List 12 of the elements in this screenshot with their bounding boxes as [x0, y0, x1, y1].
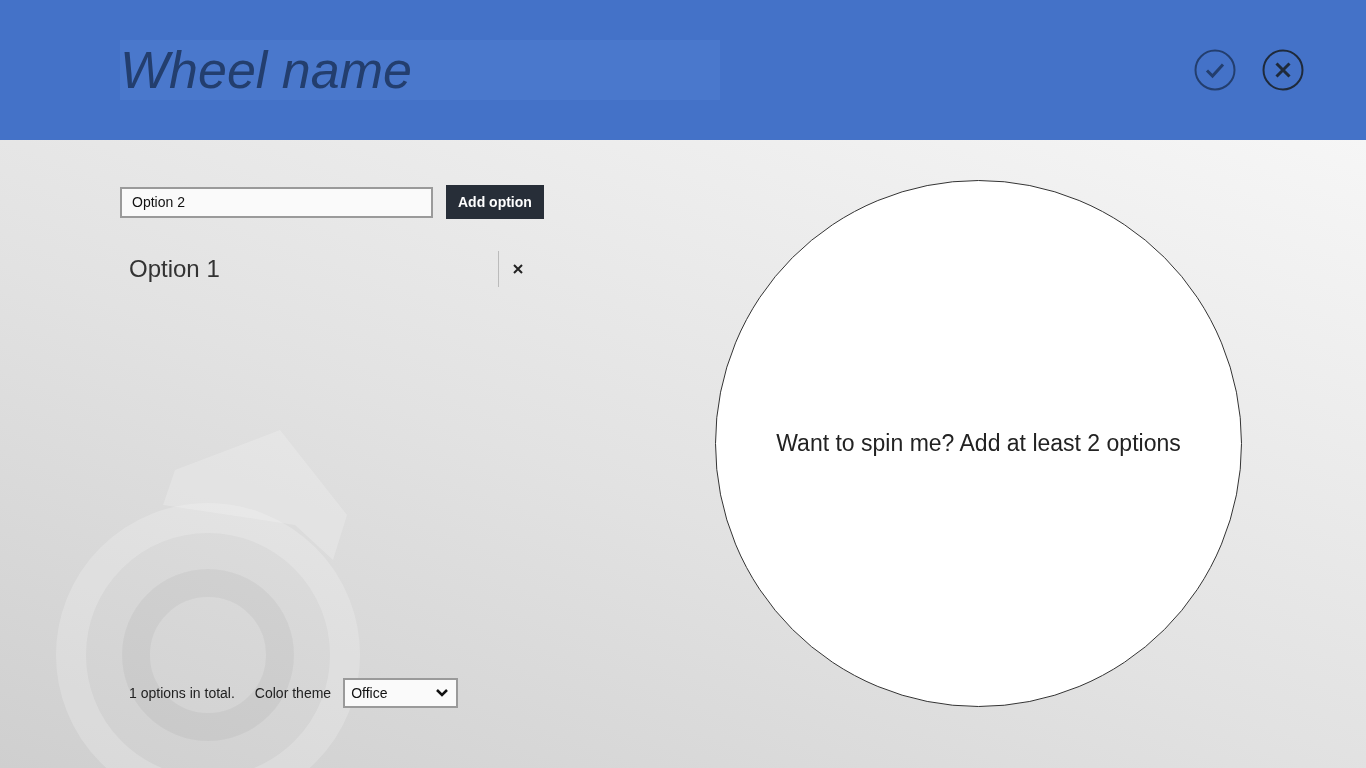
color-theme-label: Color theme [254, 685, 332, 701]
wheel-message: Want to spin me? Add at least 2 options [776, 430, 1181, 457]
chevron-icon [436, 689, 449, 697]
color-theme-dropdown[interactable]: Office [343, 678, 459, 708]
remove-icon[interactable] [513, 264, 523, 274]
options-count: 1 options in total. [129, 685, 235, 701]
option-input-field[interactable]: Option 2 [120, 186, 433, 218]
option-label: Option 1 [128, 255, 221, 283]
add-option-button[interactable]: Add option [446, 185, 544, 219]
check-icon[interactable] [1194, 49, 1236, 91]
wheel-name-field[interactable]: Wheel name [120, 40, 720, 100]
close-icon[interactable] [1262, 49, 1304, 91]
